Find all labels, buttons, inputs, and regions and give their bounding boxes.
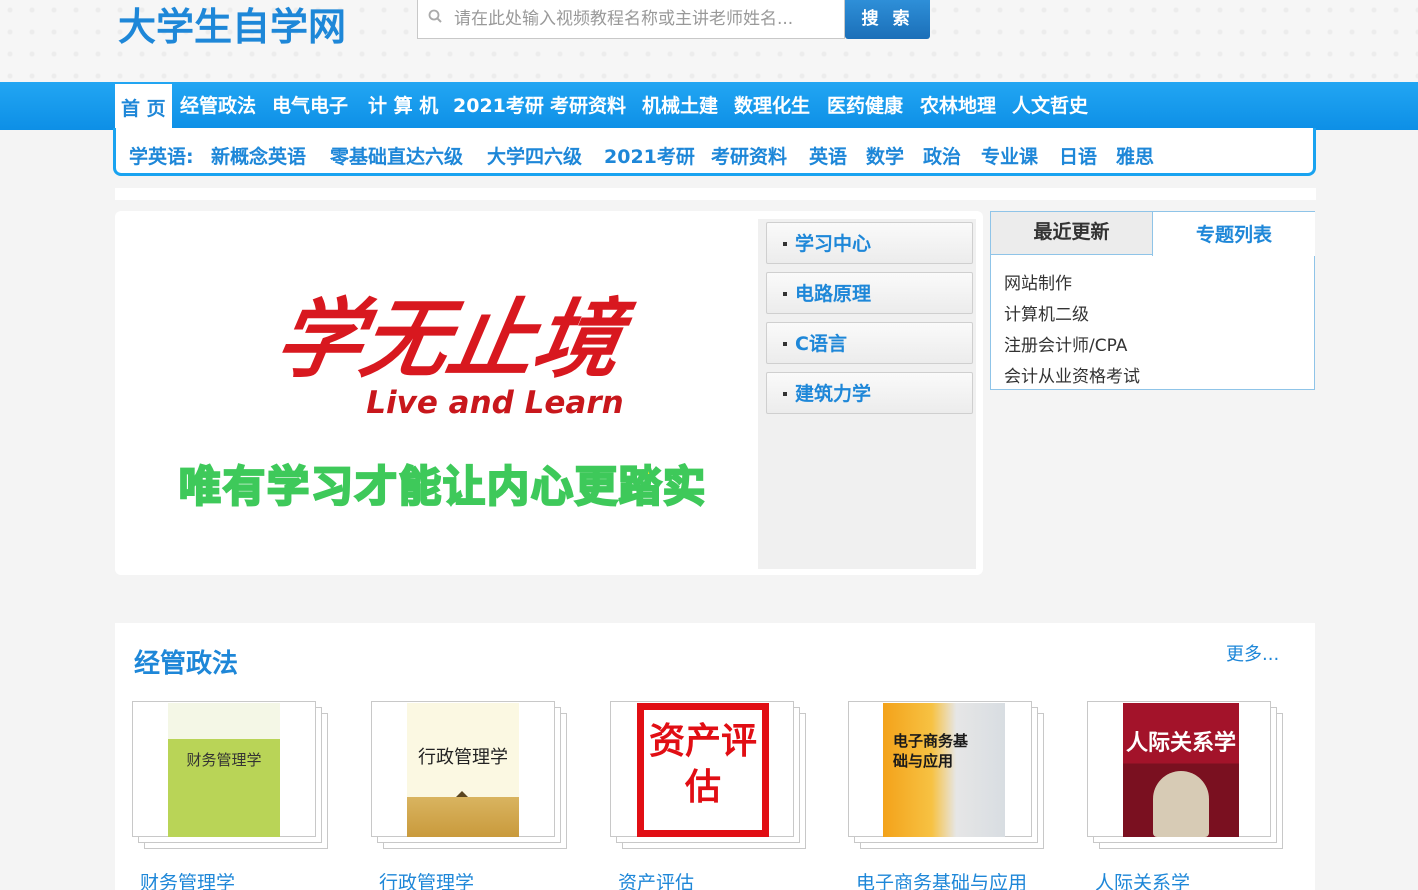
nav-item-science[interactable]: 数理化生 (734, 82, 810, 130)
side-tab-label: C语言 (795, 333, 847, 355)
book-title[interactable]: 行政管理学 (379, 868, 474, 890)
search-box (417, 0, 845, 39)
book-cover-image: 资产评估 (637, 703, 769, 837)
book-title[interactable]: 财务管理学 (140, 868, 235, 890)
banner-graphic: 学无止境 Live and Learn 唯有学习才能让内心更踏实 (178, 291, 707, 513)
book-title[interactable]: 电子商务基础与应用 (856, 868, 1027, 890)
book-card[interactable]: 资产评估 资产评估 (610, 701, 810, 890)
topic-item[interactable]: 网站制作 (1004, 269, 1072, 294)
search-input[interactable] (454, 0, 834, 38)
nav-item-2021-exam[interactable]: 2021考研 (453, 82, 544, 130)
nav-item-home[interactable]: 首 页 (115, 84, 172, 132)
sub-nav-cet[interactable]: 大学四六级 (487, 142, 582, 169)
tab-recent-updates[interactable]: 最近更新 (991, 212, 1152, 255)
sub-nav-zero-to-cet6[interactable]: 零基础直达六级 (330, 142, 463, 169)
english-sub-nav: 学英语: 新概念英语 零基础直达六级 大学四六级 2021考研 考研资料 英语 … (113, 128, 1316, 176)
banner-image[interactable]: 学无止境 Live and Learn 唯有学习才能让内心更踏实 (125, 219, 759, 571)
sub-nav-exam-materials[interactable]: 考研资料 (711, 142, 787, 169)
bullet-icon (783, 292, 787, 296)
book-card[interactable]: 人际关系学 人际关系学 (1087, 701, 1287, 890)
side-tab-label: 电路原理 (795, 283, 872, 305)
nav-item-agriculture[interactable]: 农林地理 (920, 82, 996, 130)
search-button[interactable]: 搜 索 (845, 0, 930, 39)
side-tab-label: 学习中心 (795, 233, 872, 255)
sub-nav-major[interactable]: 专业课 (981, 142, 1038, 169)
main-nav: 首 页 经管政法 电气电子 计 算 机 2021考研 考研资料 机械土建 数理化… (0, 82, 1418, 132)
book-card[interactable]: 财务管理学 财务管理学 (132, 701, 332, 890)
more-link[interactable]: 更多... (1226, 640, 1279, 666)
cover-title: 财务管理学 (186, 751, 262, 769)
sub-nav-label: 学英语: (129, 146, 194, 168)
nav-item-medicine[interactable]: 医药健康 (827, 82, 903, 130)
book-card[interactable]: 电子商务基础与应用 电子商务基础与应用 (848, 701, 1048, 890)
site-logo[interactable]: 大学生自学网 (118, 0, 346, 51)
book-cover-image: 人际关系学 (1123, 703, 1239, 837)
bullet-icon (783, 392, 787, 396)
header: 大学生自学网 搜 索 (0, 0, 1418, 82)
bullet-icon (783, 342, 787, 346)
sub-nav-math[interactable]: 数学 (866, 142, 904, 169)
book-title[interactable]: 人际关系学 (1095, 868, 1190, 890)
cover-title: 电子商务基础与应用 (893, 732, 969, 770)
nav-item-exam-materials[interactable]: 考研资料 (550, 82, 626, 130)
banner-motto: 唯有学习才能让内心更踏实 (179, 462, 707, 511)
nav-item-mechanical[interactable]: 机械土建 (642, 82, 718, 130)
sub-nav-politics[interactable]: 政治 (923, 142, 961, 169)
side-tab-study-center[interactable]: 学习中心 (766, 222, 973, 264)
sub-nav-ielts[interactable]: 雅思 (1116, 142, 1154, 169)
nav-item-humanities[interactable]: 人文哲史 (1012, 82, 1088, 130)
side-tab-mechanics[interactable]: 建筑力学 (766, 372, 973, 414)
cover-title: 人际关系学 (1125, 730, 1236, 756)
portrait-image (1153, 771, 1209, 837)
topic-item[interactable]: 注册会计师/CPA (1004, 331, 1127, 356)
sub-nav-new-concept[interactable]: 新概念英语 (211, 142, 306, 169)
sub-nav-english[interactable]: 英语 (809, 142, 847, 169)
arrow-up-icon (456, 791, 468, 797)
book-cover-image: 财务管理学 (168, 703, 280, 837)
side-tab-circuit[interactable]: 电路原理 (766, 272, 973, 314)
sub-nav-japanese[interactable]: 日语 (1059, 142, 1097, 169)
cover-title: 资产评估 (648, 720, 757, 808)
side-tab-c-language[interactable]: C语言 (766, 322, 973, 364)
banner-headline: 学无止境 (268, 291, 640, 390)
bullet-icon (783, 242, 787, 246)
book-title[interactable]: 资产评估 (618, 868, 694, 890)
search-icon (428, 9, 442, 23)
tab-topic-list[interactable]: 专题列表 (1152, 212, 1315, 256)
topic-item[interactable]: 计算机二级 (1004, 300, 1089, 325)
nav-item-electrical[interactable]: 电气电子 (272, 82, 348, 130)
nav-item-computer[interactable]: 计 算 机 (368, 82, 438, 130)
updates-panel: 最近更新 专题列表 网站制作 计算机二级 注册会计师/CPA 会计从业资格考试 (990, 211, 1315, 390)
nav-item-management-law[interactable]: 经管政法 (180, 82, 256, 130)
topic-item[interactable]: 会计从业资格考试 (1004, 362, 1140, 387)
side-tab-list: 学习中心 电路原理 C语言 建筑力学 (758, 219, 976, 569)
book-cover-image: 行政管理学 (407, 703, 519, 837)
cover-title: 行政管理学 (418, 747, 508, 768)
book-card[interactable]: 行政管理学 行政管理学 (371, 701, 571, 890)
banner-area: 学无止境 Live and Learn 唯有学习才能让内心更踏实 学习中心 电路… (115, 211, 983, 575)
banner-subline: Live and Learn (366, 385, 623, 421)
section-title: 经管政法 (134, 649, 239, 679)
side-tab-label: 建筑力学 (795, 383, 872, 405)
sub-nav-2021-exam[interactable]: 2021考研 (604, 142, 695, 169)
section-management-law: 经管政法 更多... 财务管理学 财务管理学 行政管理学 行政管理学 资产评估 … (115, 623, 1315, 890)
divider-bar (115, 188, 1316, 200)
book-cover-image: 电子商务基础与应用 (883, 703, 1005, 837)
